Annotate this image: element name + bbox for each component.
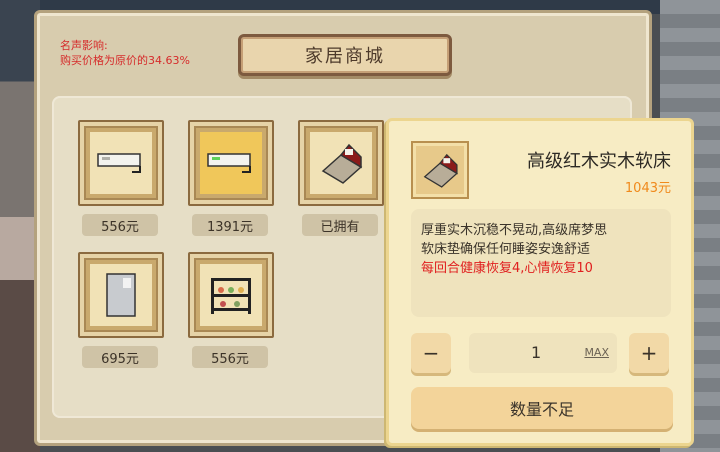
detail-description: 厚重实木沉稳不晃动,高级席梦思 软床垫确保任何睡姿安逸舒适 每回合健康恢复4,心…	[411, 209, 671, 317]
item-price-owned: 已拥有	[302, 214, 378, 236]
item-price: 1391元	[192, 214, 268, 236]
fridge-icon	[106, 273, 136, 317]
detail-thumbnail	[411, 141, 469, 199]
decrease-quantity-button[interactable]: −	[411, 333, 451, 373]
max-quantity-button[interactable]: MAX	[584, 346, 609, 359]
bed-icon	[423, 153, 458, 188]
item-price: 556元	[192, 346, 268, 368]
item-price: 556元	[82, 214, 158, 236]
shop-title: 家居商城	[238, 34, 452, 76]
increase-quantity-button[interactable]: +	[629, 333, 669, 373]
purchase-button[interactable]: 数量不足	[411, 387, 673, 429]
item-slot-air-conditioner-white[interactable]	[78, 120, 164, 206]
description-line: 软床垫确保任何睡姿安逸舒适	[421, 242, 591, 257]
item-slot-wooden-bed[interactable]	[298, 120, 384, 206]
quantity-field[interactable]: 1 MAX	[469, 333, 617, 373]
air-conditioner-icon	[207, 153, 251, 173]
fame-heading: 名声影响:	[60, 39, 108, 52]
effect-text: 每回合健康恢复4,心情恢复10	[421, 261, 593, 276]
detail-item-name: 高级红木实木软床	[527, 151, 671, 172]
air-conditioner-icon	[97, 153, 141, 173]
shelf-icon	[211, 278, 251, 314]
fame-info: 名声影响: 购买价格为原价的34.63%	[60, 38, 190, 68]
fame-effect: 购买价格为原价的34.63%	[60, 54, 190, 67]
item-price: 695元	[82, 346, 158, 368]
item-detail-panel: 高级红木实木软床 1043元 厚重实木沉稳不晃动,高级席梦思 软床垫确保任何睡姿…	[386, 118, 694, 446]
quantity-value: 1	[531, 343, 542, 362]
detail-item-price: 1043元	[624, 181, 671, 196]
item-slot-refrigerator[interactable]	[78, 252, 164, 338]
item-slot-shelf-rack[interactable]	[188, 252, 274, 338]
bed-icon	[321, 143, 363, 184]
description-line: 厚重实木沉稳不晃动,高级席梦思	[421, 223, 608, 238]
item-slot-air-conditioner-green[interactable]	[188, 120, 274, 206]
